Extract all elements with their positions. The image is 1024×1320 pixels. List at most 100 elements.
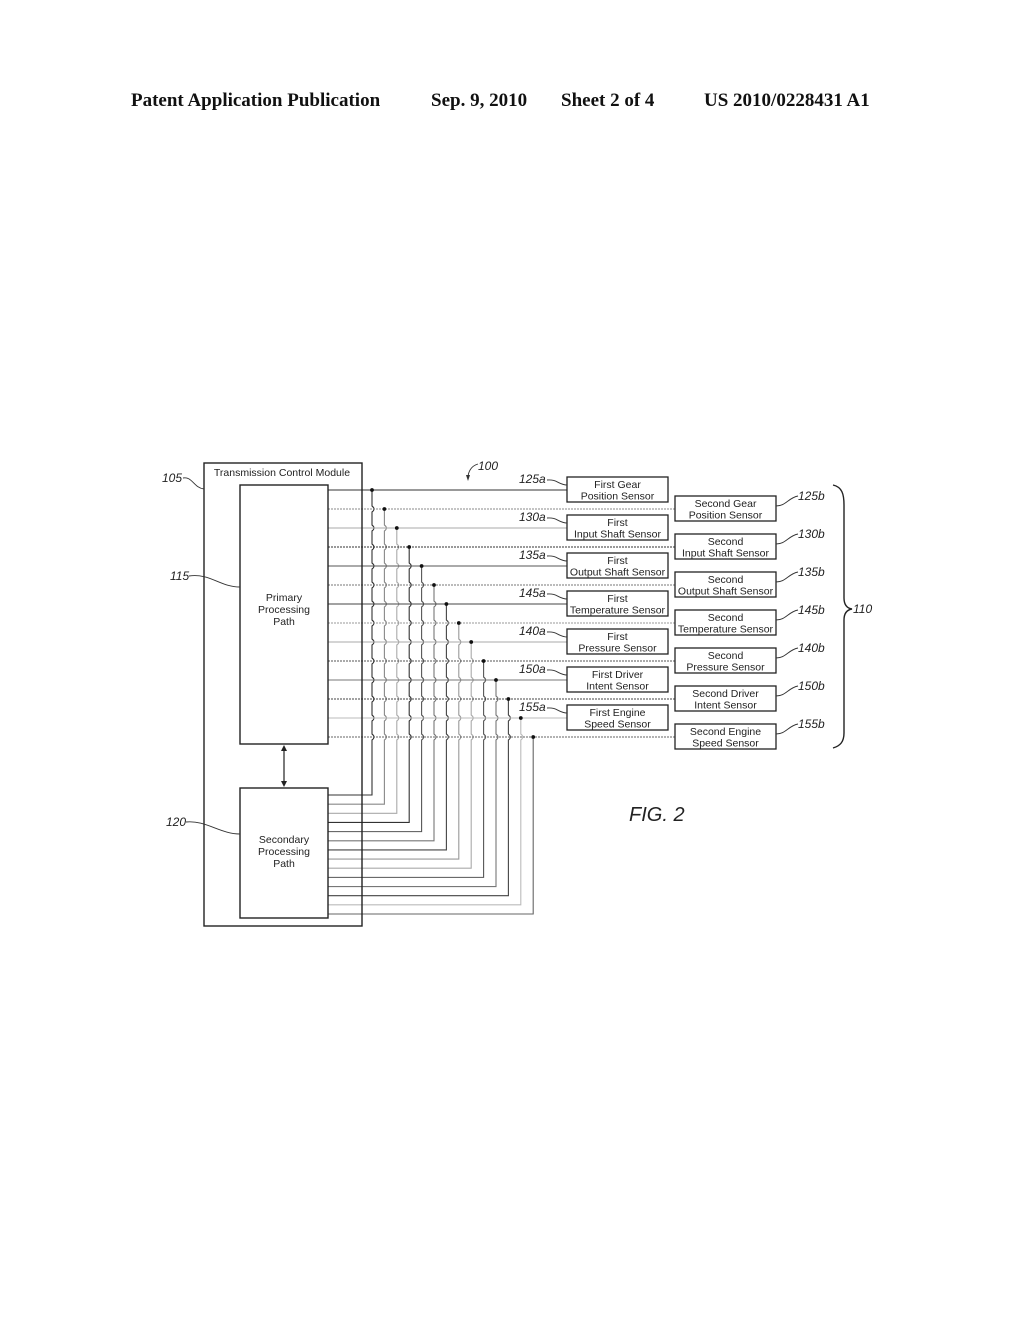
first-sensor-label: First [607,517,627,529]
sensor-leader [775,495,799,507]
sensor-leader [546,479,568,486]
junction-dot [444,602,449,606]
first-sensor-label: Speed Sensor [584,719,651,731]
first-sensor-label: First [607,593,627,605]
figure-2-diagram: Transmission Control Module Primary Proc… [162,459,872,927]
second-sensor-label: Speed Sensor [692,738,759,750]
sensor-leader [546,669,568,676]
sensor-ref: 135a [519,548,546,562]
second-sensor-label: Second [708,650,744,662]
sensor-leader [775,685,799,697]
second-sensor-label: Input Shaft Sensor [682,548,769,560]
junction-dot [419,564,424,568]
ref-105: 105 [162,471,182,485]
signal-drop [328,509,387,805]
sensor-ref: 135b [798,565,825,579]
signal-drop [328,547,412,824]
arrow-up-icon [281,745,287,751]
first-sensor-label: Position Sensor [581,491,655,503]
sensor-leader [775,533,799,545]
first-sensor-label: Pressure Sensor [578,643,657,655]
signal-drop [328,680,499,888]
sensor-leader [546,707,568,714]
junction-dot [469,640,474,644]
sensor-ref: 150a [519,662,546,676]
junction-dot [394,526,399,530]
junction-dot [494,678,498,682]
sensor-leader [546,593,568,600]
junction-dot [432,583,436,587]
sensor-ref: 145a [519,586,546,600]
signal-drop [328,718,524,906]
sensor-ref: 125a [519,472,546,486]
secondary-label-line-1: Secondary [259,834,310,846]
signal-drop [328,642,474,869]
second-sensor-label: Pressure Sensor [686,662,765,674]
signal-drop [328,623,462,860]
arrow-down-icon [281,781,287,787]
second-sensor-label: Output Shaft Sensor [678,586,774,598]
leader-115 [188,575,241,588]
sensor-leader [775,609,799,621]
second-sensor-label: Temperature Sensor [678,624,774,636]
sensor-leader [775,723,799,735]
sensor-ref: 155b [798,717,825,731]
junction-dot [370,488,374,492]
sensor-group-brace [832,484,853,749]
first-sensor-label: Output Shaft Sensor [570,567,666,579]
arrow-icon [466,475,470,481]
primary-label-line-1: Primary [266,592,303,604]
second-sensor-label: Second [708,574,744,586]
sensor-ref: 145b [798,603,825,617]
first-sensor-label: First Engine [589,707,645,719]
primary-label-line-2: Processing [258,604,310,616]
leader-105 [182,477,205,490]
sensor-group: First GearPosition Sensor125aFirstInput … [519,472,825,750]
primary-label-line-3: Path [273,616,295,628]
first-sensor-label: First Driver [592,669,644,681]
signal-drop [328,661,487,878]
first-sensor-label: First Gear [594,479,641,491]
junction-dot [407,545,412,549]
tcm-label: Transmission Control Module [214,467,350,479]
second-sensor-label: Second Gear [695,498,757,510]
first-sensor-label: First [607,555,627,567]
sensor-leader [775,647,799,659]
sensor-ref: 150b [798,679,825,693]
ref-115: 115 [170,569,189,583]
second-sensor-label: Second [708,612,744,624]
ref-120: 120 [166,815,186,829]
junction-dot [518,716,523,720]
secondary-label-line-3: Path [273,858,295,870]
junction-dot [382,507,387,511]
sensor-ref: 140a [519,624,546,638]
second-sensor-label: Position Sensor [689,510,763,522]
first-sensor-label: Intent Sensor [586,681,649,693]
signal-wires [328,488,675,915]
second-sensor-label: Second [708,536,744,548]
junction-dot [481,659,486,663]
second-sensor-label: Second Driver [692,688,759,700]
junction-dot [506,697,511,701]
signal-drop [328,699,511,897]
ref-100: 100 [478,459,498,473]
sensor-leader [546,555,568,562]
first-sensor-label: Temperature Sensor [570,605,666,617]
sensor-ref: 140b [798,641,825,655]
sensor-leader [775,571,799,583]
signal-drop [328,528,400,814]
sensor-ref: 130b [798,527,825,541]
signal-drop [328,737,534,915]
sensor-ref: 130a [519,510,546,524]
figure-label: FIG. 2 [629,804,685,826]
junction-dot [531,735,536,739]
sensor-leader [546,631,568,638]
sensor-leader [546,517,568,524]
sensor-ref: 155a [519,700,546,714]
second-sensor-label: Intent Sensor [694,700,757,712]
first-sensor-label: Input Shaft Sensor [574,529,661,541]
sensor-ref: 125b [798,489,825,503]
first-sensor-label: First [607,631,627,643]
leader-120 [185,821,241,835]
junction-dot [456,621,461,625]
